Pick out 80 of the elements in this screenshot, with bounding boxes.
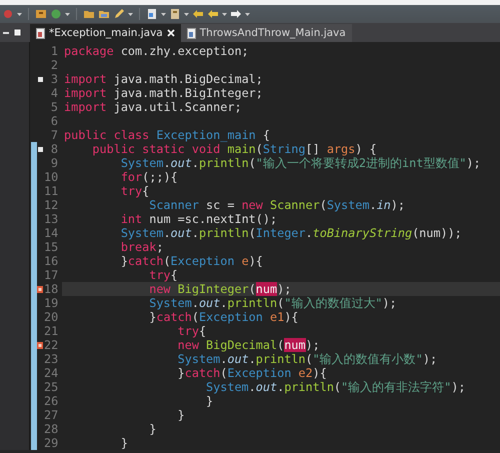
code-line: System.out.println("输入一个将要转成2进制的int型数值"); [120,156,482,170]
line-number: 23 [44,352,60,366]
code-line: try{ [120,184,150,198]
dropdown-caret-icon[interactable] [222,12,227,16]
line-number: 19 [44,296,60,310]
dropdown-caret-icon[interactable] [161,12,166,16]
line-number: 1 [50,44,59,58]
code-line: }catch(Exception e){ [120,254,264,268]
code-line: System.out.println("输入的数值有小数"); [176,352,438,366]
dropdown-caret-icon[interactable] [245,12,250,16]
code-line: public class Exception_main { [63,128,271,142]
line-number: 4 [50,86,59,100]
code-line: int num =sc.nextInt(); [120,212,278,226]
fold-icon[interactable] [38,146,43,152]
line-number: 26 [44,394,60,408]
code-line: System.out.println(Integer.toBinaryString(num)); [120,226,463,240]
package-icon[interactable] [35,8,47,20]
line-number: 24 [44,366,60,380]
code-line: try{ [148,268,179,282]
line-number: 28 [44,422,60,436]
line-number: 22 [44,338,60,352]
line-number: 8 [50,142,59,156]
code-line: break; [120,240,164,254]
line-number: 20 [44,310,60,324]
folder-icon[interactable] [83,8,95,20]
editor-tab[interactable]: ThrowsAndThrow_Main.java [180,24,352,42]
dropdown-caret-icon[interactable] [17,12,22,16]
forward-arrow-icon[interactable] [230,8,242,20]
line-number: 17 [44,268,60,282]
line-number: 27 [44,408,60,422]
code-line: } [205,394,214,408]
code-line: }catch(Exception e1){ [148,310,300,324]
fold-icon[interactable] [38,76,43,82]
line-number: 9 [50,156,59,170]
line-number: 11 [44,184,60,198]
code-line: } [176,408,186,422]
code-line: } [148,422,158,436]
java-file-icon [36,28,45,38]
line-number: 6 [50,114,59,128]
line-number: 2 [50,58,59,72]
line-number: 16 [44,254,60,268]
maximize-icon[interactable] [14,29,21,36]
code-line: new BigDecimal(num); [176,338,321,352]
line-number: 7 [50,128,59,142]
dropdown-caret-icon[interactable] [184,12,189,16]
java-file-icon [186,28,196,38]
back-arrow-icon[interactable] [207,8,219,20]
code-line: try{ [176,324,208,338]
code-line: import java.math.BigInteger; [63,86,264,100]
back-arrow-icon[interactable] [192,8,204,20]
dropdown-caret-icon[interactable] [65,12,70,16]
code-line: Scanner sc = new Scanner(System.in); [148,198,406,212]
line-number: 15 [44,240,60,254]
pencil-icon[interactable] [113,8,125,20]
document-icon[interactable] [169,8,181,20]
line-number: 3 [50,72,59,86]
code-line: for(;;){ [120,170,179,184]
document-icon[interactable] [146,8,158,20]
code-line: import java.util.Scanner; [63,100,243,114]
line-number: 13 [44,212,60,226]
line-number: 12 [44,198,60,212]
code-line: package com.zhy.exception; [63,44,250,58]
line-number: 10 [44,170,60,184]
code-line: System.out.println("输入的数值过大"); [148,296,398,310]
minimize-icon[interactable] [3,29,10,36]
editor-tab[interactable]: *Exception_main.java [30,24,181,42]
close-icon[interactable] [166,29,175,37]
line-number: 18 [44,282,60,296]
line-number: 29 [44,436,60,450]
folder-icon[interactable] [98,8,110,20]
code-line: public static void main(String[] args) { [91,142,378,156]
line-number: 14 [44,226,60,240]
code-line: import java.math.BigDecimal; [63,72,264,86]
dropdown-caret-icon[interactable] [128,12,133,16]
line-number: 25 [44,380,60,394]
code-line: } [120,436,129,450]
code-line: System.out.println("输入的有非法字符"); [205,380,466,394]
line-number: 5 [50,100,59,114]
line-number: 21 [44,324,60,338]
code-line: }catch(Exception e2){ [176,366,328,380]
